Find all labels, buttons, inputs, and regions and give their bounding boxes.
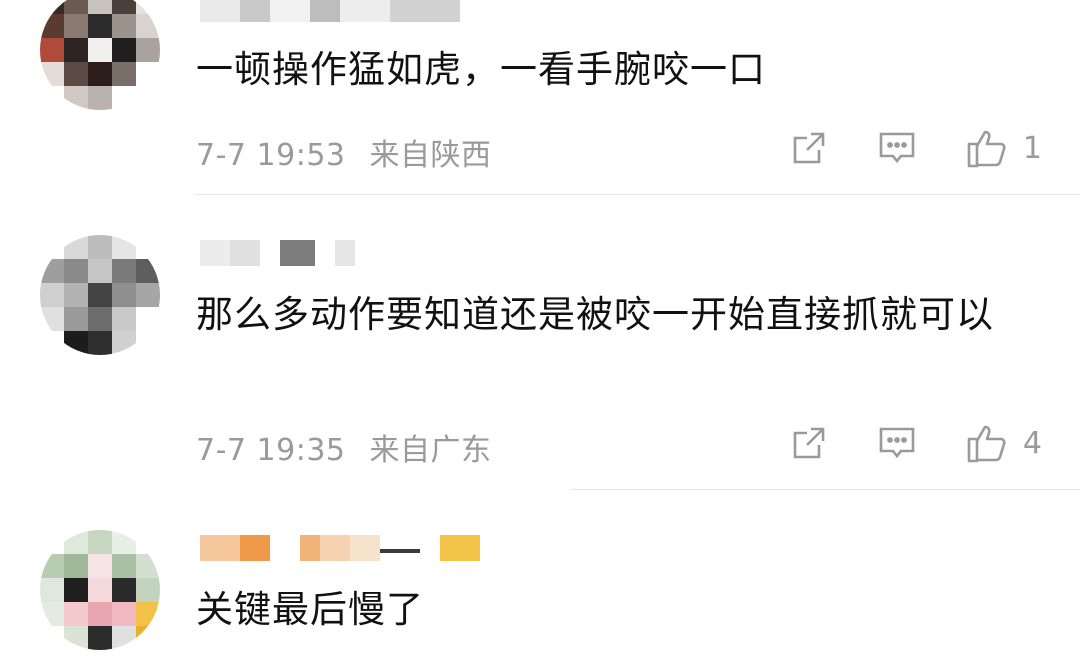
like-count: 4 xyxy=(1022,425,1042,461)
comment-feed: 一顿操作猛如虎，一看手腕咬一口 7-7 19:53 来自陕西 1 那么多动作要知… xyxy=(0,0,1080,672)
share-icon xyxy=(793,132,825,164)
comment-text: 那么多动作要知道还是被咬一开始直接抓就可以 xyxy=(196,293,994,336)
reply-button[interactable] xyxy=(877,128,917,168)
comment-item: 一顿操作猛如虎，一看手腕咬一口 7-7 19:53 来自陕西 1 xyxy=(0,0,1080,195)
comment-text: 一顿操作猛如虎，一看手腕咬一口 xyxy=(196,48,766,91)
timestamp: 7-7 19:53 xyxy=(196,138,346,173)
comment-text: 关键最后慢了 xyxy=(196,588,424,631)
comment-item: 那么多动作要知道还是被咬一开始直接抓就可以 7-7 19:35 来自广东 4 xyxy=(0,195,1080,490)
comment-meta: 7-7 19:35 来自广东 xyxy=(196,425,492,469)
comment-icon xyxy=(879,427,915,459)
like-button[interactable]: 4 xyxy=(965,421,1042,465)
location: 来自广东 xyxy=(369,433,492,468)
comment-icon xyxy=(879,132,915,164)
comment-item: 关键最后慢了 xyxy=(0,490,1080,672)
username-blurred[interactable] xyxy=(200,0,460,22)
avatar[interactable] xyxy=(40,235,160,355)
like-icon xyxy=(967,425,1006,463)
like-icon xyxy=(967,130,1006,168)
avatar[interactable] xyxy=(40,0,160,110)
like-button[interactable]: 1 xyxy=(965,126,1042,170)
share-icon xyxy=(793,427,825,459)
username-blurred[interactable] xyxy=(200,535,480,561)
share-button[interactable] xyxy=(789,423,829,463)
location: 来自陕西 xyxy=(369,138,492,173)
comment-actions: 1 xyxy=(741,126,1042,170)
like-count: 1 xyxy=(1022,130,1042,166)
comment-actions: 4 xyxy=(741,421,1042,465)
timestamp: 7-7 19:35 xyxy=(196,433,346,468)
comment-meta: 7-7 19:53 来自陕西 xyxy=(196,130,492,174)
share-button[interactable] xyxy=(789,128,829,168)
reply-button[interactable] xyxy=(877,423,917,463)
username-blurred[interactable] xyxy=(200,240,360,266)
avatar[interactable] xyxy=(40,530,160,650)
